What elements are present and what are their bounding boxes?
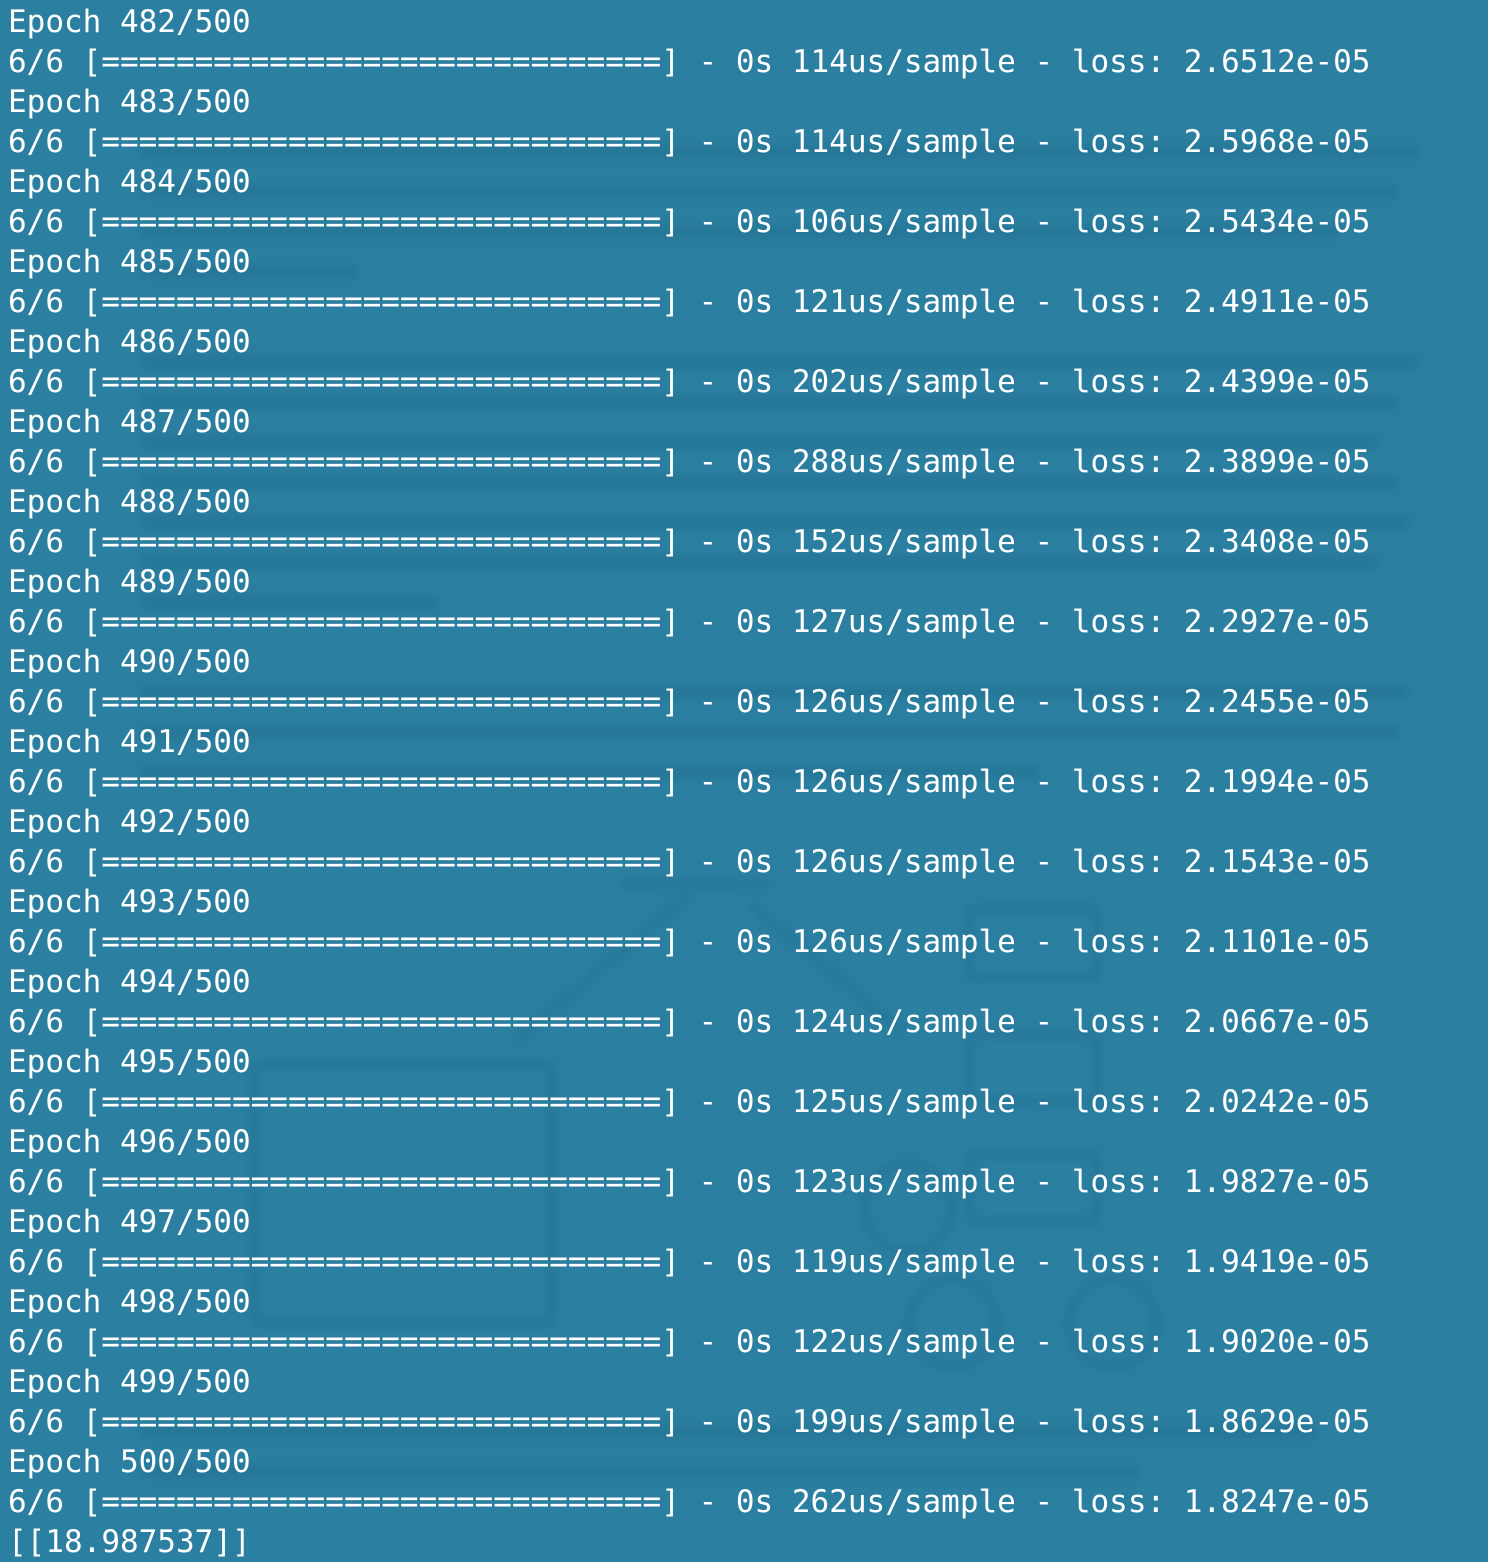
training-progress-line: 6/6 [==============================] - 0… bbox=[8, 604, 1371, 640]
epoch-header-line: Epoch 495/500 bbox=[8, 1044, 251, 1080]
training-progress-line: 6/6 [==============================] - 0… bbox=[8, 844, 1371, 880]
epoch-header-line: Epoch 498/500 bbox=[8, 1284, 251, 1320]
training-progress-line: 6/6 [==============================] - 0… bbox=[8, 764, 1371, 800]
training-progress-line: 6/6 [==============================] - 0… bbox=[8, 1484, 1371, 1520]
epoch-header-line: Epoch 488/500 bbox=[8, 484, 251, 520]
training-progress-line: 6/6 [==============================] - 0… bbox=[8, 44, 1371, 80]
training-progress-line: 6/6 [==============================] - 0… bbox=[8, 1004, 1371, 1040]
training-progress-line: 6/6 [==============================] - 0… bbox=[8, 204, 1371, 240]
epoch-header-line: Epoch 483/500 bbox=[8, 84, 251, 120]
training-progress-line: 6/6 [==============================] - 0… bbox=[8, 444, 1371, 480]
epoch-header-line: Epoch 490/500 bbox=[8, 644, 251, 680]
prediction-output-line: [[18.987537]] bbox=[8, 1524, 251, 1560]
epoch-header-line: Epoch 500/500 bbox=[8, 1444, 251, 1480]
epoch-header-line: Epoch 489/500 bbox=[8, 564, 251, 600]
epoch-header-line: Epoch 493/500 bbox=[8, 884, 251, 920]
training-progress-line: 6/6 [==============================] - 0… bbox=[8, 124, 1371, 160]
training-progress-line: 6/6 [==============================] - 0… bbox=[8, 1084, 1371, 1120]
epoch-header-line: Epoch 485/500 bbox=[8, 244, 251, 280]
training-progress-line: 6/6 [==============================] - 0… bbox=[8, 1404, 1371, 1440]
epoch-header-line: Epoch 496/500 bbox=[8, 1124, 251, 1160]
epoch-header-line: Epoch 499/500 bbox=[8, 1364, 251, 1400]
training-progress-line: 6/6 [==============================] - 0… bbox=[8, 364, 1371, 400]
epoch-header-line: Epoch 492/500 bbox=[8, 804, 251, 840]
training-progress-line: 6/6 [==============================] - 0… bbox=[8, 1164, 1371, 1200]
epoch-header-line: Epoch 497/500 bbox=[8, 1204, 251, 1240]
epoch-header-line: Epoch 491/500 bbox=[8, 724, 251, 760]
training-progress-line: 6/6 [==============================] - 0… bbox=[8, 524, 1371, 560]
epoch-header-line: Epoch 494/500 bbox=[8, 964, 251, 1000]
training-progress-line: 6/6 [==============================] - 0… bbox=[8, 1324, 1371, 1360]
terminal-output[interactable]: Epoch 482/500 6/6 [======================… bbox=[0, 0, 1488, 1562]
epoch-header-line: Epoch 487/500 bbox=[8, 404, 251, 440]
epoch-header-line: Epoch 486/500 bbox=[8, 324, 251, 360]
epoch-header-line: Epoch 482/500 bbox=[8, 4, 251, 40]
training-progress-line: 6/6 [==============================] - 0… bbox=[8, 1244, 1371, 1280]
epoch-header-line: Epoch 484/500 bbox=[8, 164, 251, 200]
training-progress-line: 6/6 [==============================] - 0… bbox=[8, 284, 1371, 320]
training-progress-line: 6/6 [==============================] - 0… bbox=[8, 684, 1371, 720]
training-progress-line: 6/6 [==============================] - 0… bbox=[8, 924, 1371, 960]
